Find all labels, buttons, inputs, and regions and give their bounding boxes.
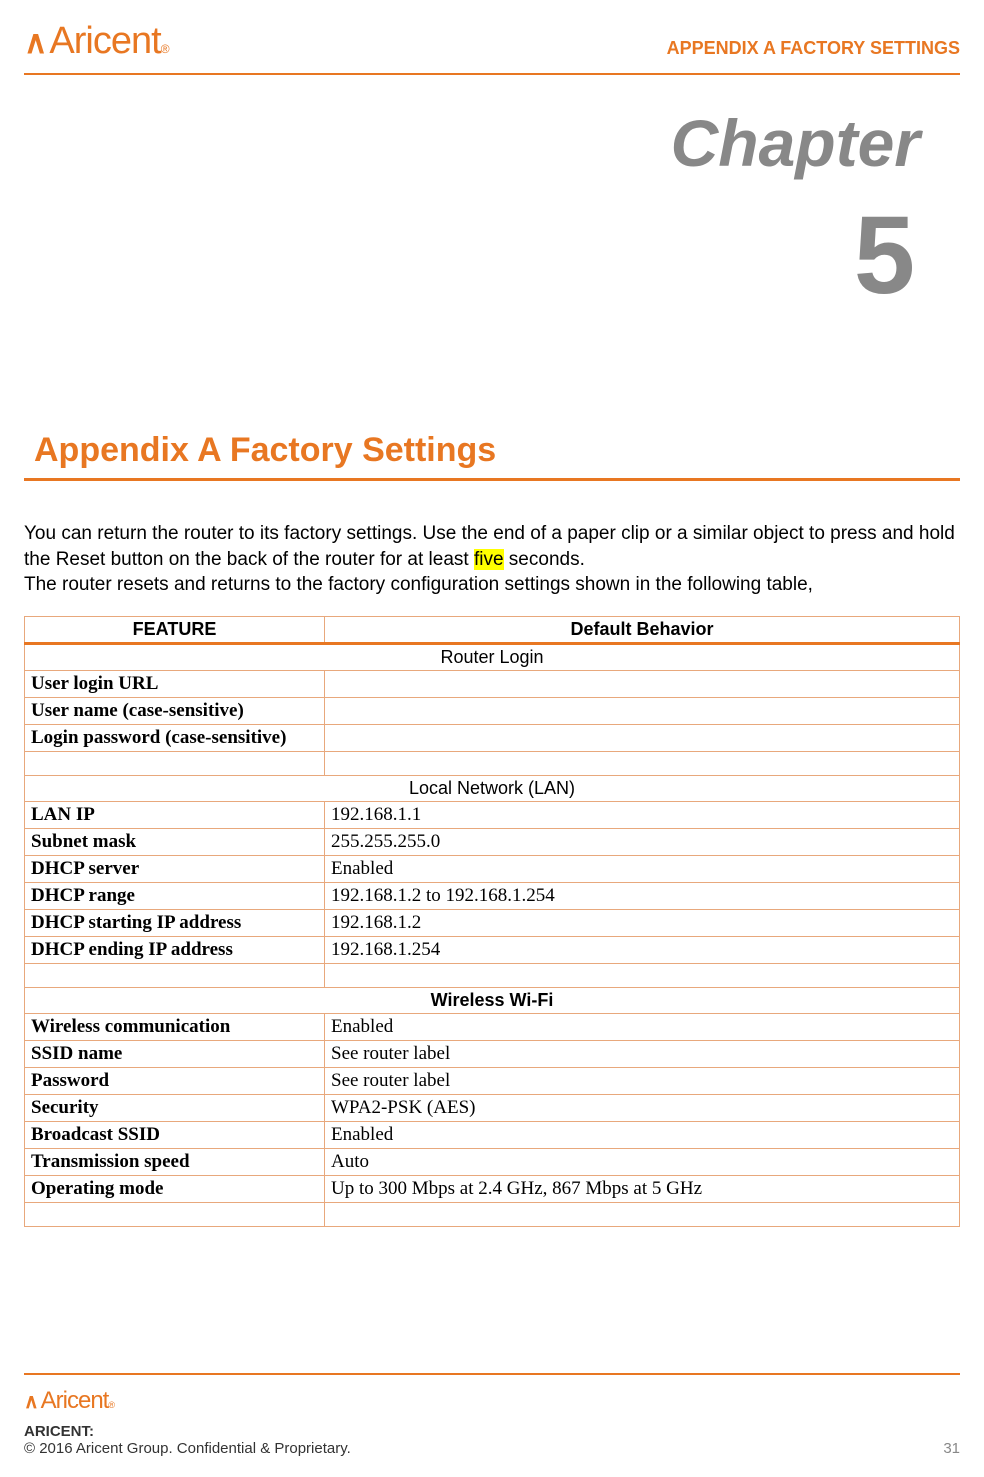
feature-cell: LAN IP [25,801,325,828]
table-row: Wireless communicationEnabled [25,1013,960,1040]
chapter-label: Chapter [24,105,920,181]
feature-cell: DHCP starting IP address [25,909,325,936]
value-cell [325,1202,960,1226]
logo-caret-icon: ∧ [24,1389,39,1414]
logo-top: ∧ Aricent ® [24,20,170,63]
value-cell: 192.168.1.2 [325,909,960,936]
feature-cell: Transmission speed [25,1148,325,1175]
value-cell: Enabled [325,855,960,882]
section-rule [24,478,960,481]
value-cell [325,751,960,775]
col-feature: FEATURE [25,616,325,643]
logo-caret-icon: ∧ [24,23,47,61]
page-footer: ∧ Aricent ® ARICENT: © 2016 Aricent Grou… [24,1373,960,1457]
feature-cell: SSID name [25,1040,325,1067]
table-row: PasswordSee router label [25,1067,960,1094]
section-cell: Wireless Wi-Fi [25,987,960,1013]
highlight-five: five [474,549,504,570]
table-header-row: FEATURE Default Behavior [25,616,960,643]
appendix-header-label: APPENDIX A FACTORY SETTINGS [667,38,960,59]
feature-cell: Wireless communication [25,1013,325,1040]
value-cell: 192.168.1.1 [325,801,960,828]
col-default: Default Behavior [325,616,960,643]
feature-cell: Security [25,1094,325,1121]
table-row: SecurityWPA2-PSK (AES) [25,1094,960,1121]
feature-cell: DHCP range [25,882,325,909]
section-title: Appendix A Factory Settings [34,431,960,470]
value-cell: See router label [325,1040,960,1067]
table-row: Login password (case-sensitive) [25,724,960,751]
page-number: 31 [943,1440,960,1457]
footer-copyright: © 2016 Aricent Group. Confidential & Pro… [24,1440,351,1457]
table-row: User login URL [25,670,960,697]
table-row: DHCP ending IP address192.168.1.254 [25,936,960,963]
value-cell: WPA2-PSK (AES) [325,1094,960,1121]
logo-footer: ∧ Aricent ® [24,1387,960,1415]
value-cell: Enabled [325,1121,960,1148]
feature-cell: User name (case-sensitive) [25,697,325,724]
table-section-lan: Local Network (LAN) [25,775,960,801]
table-row: Operating modeUp to 300 Mbps at 2.4 GHz,… [25,1175,960,1202]
value-cell [325,724,960,751]
feature-cell [25,751,325,775]
intro-paragraph: You can return the router to its factory… [24,521,960,598]
page-header: ∧ Aricent ® APPENDIX A FACTORY SETTINGS [24,20,960,63]
table-row [25,963,960,987]
feature-cell: Login password (case-sensitive) [25,724,325,751]
value-cell: 192.168.1.2 to 192.168.1.254 [325,882,960,909]
chapter-number: 5 [24,201,915,311]
value-cell: Enabled [325,1013,960,1040]
table-row: LAN IP192.168.1.1 [25,801,960,828]
table-row: DHCP starting IP address192.168.1.2 [25,909,960,936]
feature-cell [25,1202,325,1226]
table-row: DHCP range192.168.1.2 to 192.168.1.254 [25,882,960,909]
logo-text: Aricent [49,20,160,63]
feature-cell: Broadcast SSID [25,1121,325,1148]
value-cell: Auto [325,1148,960,1175]
table-row [25,1202,960,1226]
feature-cell: DHCP server [25,855,325,882]
table-row: Subnet mask255.255.255.0 [25,828,960,855]
value-cell [325,697,960,724]
table-row: Transmission speedAuto [25,1148,960,1175]
feature-cell: Password [25,1067,325,1094]
table-section-router-login: Router Login [25,643,960,670]
registered-icon: ® [161,42,170,56]
registered-icon: ® [108,1400,115,1410]
value-cell: 255.255.255.0 [325,828,960,855]
value-cell: Up to 300 Mbps at 2.4 GHz, 867 Mbps at 5… [325,1175,960,1202]
value-cell: 192.168.1.254 [325,936,960,963]
logo-text-footer: Aricent [41,1387,109,1415]
value-cell [325,670,960,697]
section-cell: Router Login [25,643,960,670]
feature-cell [25,963,325,987]
value-cell [325,963,960,987]
table-row: User name (case-sensitive) [25,697,960,724]
footer-rule [24,1373,960,1375]
table-row [25,751,960,775]
footer-row: ARICENT: © 2016 Aricent Group. Confident… [24,1423,960,1457]
feature-cell: Subnet mask [25,828,325,855]
value-cell: See router label [325,1067,960,1094]
header-rule [24,73,960,75]
section-cell: Local Network (LAN) [25,775,960,801]
intro-text-2: seconds. [504,549,585,570]
footer-aricent-label: ARICENT: [24,1423,94,1440]
feature-cell: User login URL [25,670,325,697]
factory-settings-table: FEATURE Default Behavior Router Login Us… [24,616,960,1227]
intro-text-3: The router resets and returns to the fac… [24,574,813,595]
footer-left: ARICENT: © 2016 Aricent Group. Confident… [24,1423,351,1457]
table-section-wifi: Wireless Wi-Fi [25,987,960,1013]
table-row: Broadcast SSIDEnabled [25,1121,960,1148]
table-row: SSID nameSee router label [25,1040,960,1067]
feature-cell: DHCP ending IP address [25,936,325,963]
feature-cell: Operating mode [25,1175,325,1202]
table-row: DHCP serverEnabled [25,855,960,882]
